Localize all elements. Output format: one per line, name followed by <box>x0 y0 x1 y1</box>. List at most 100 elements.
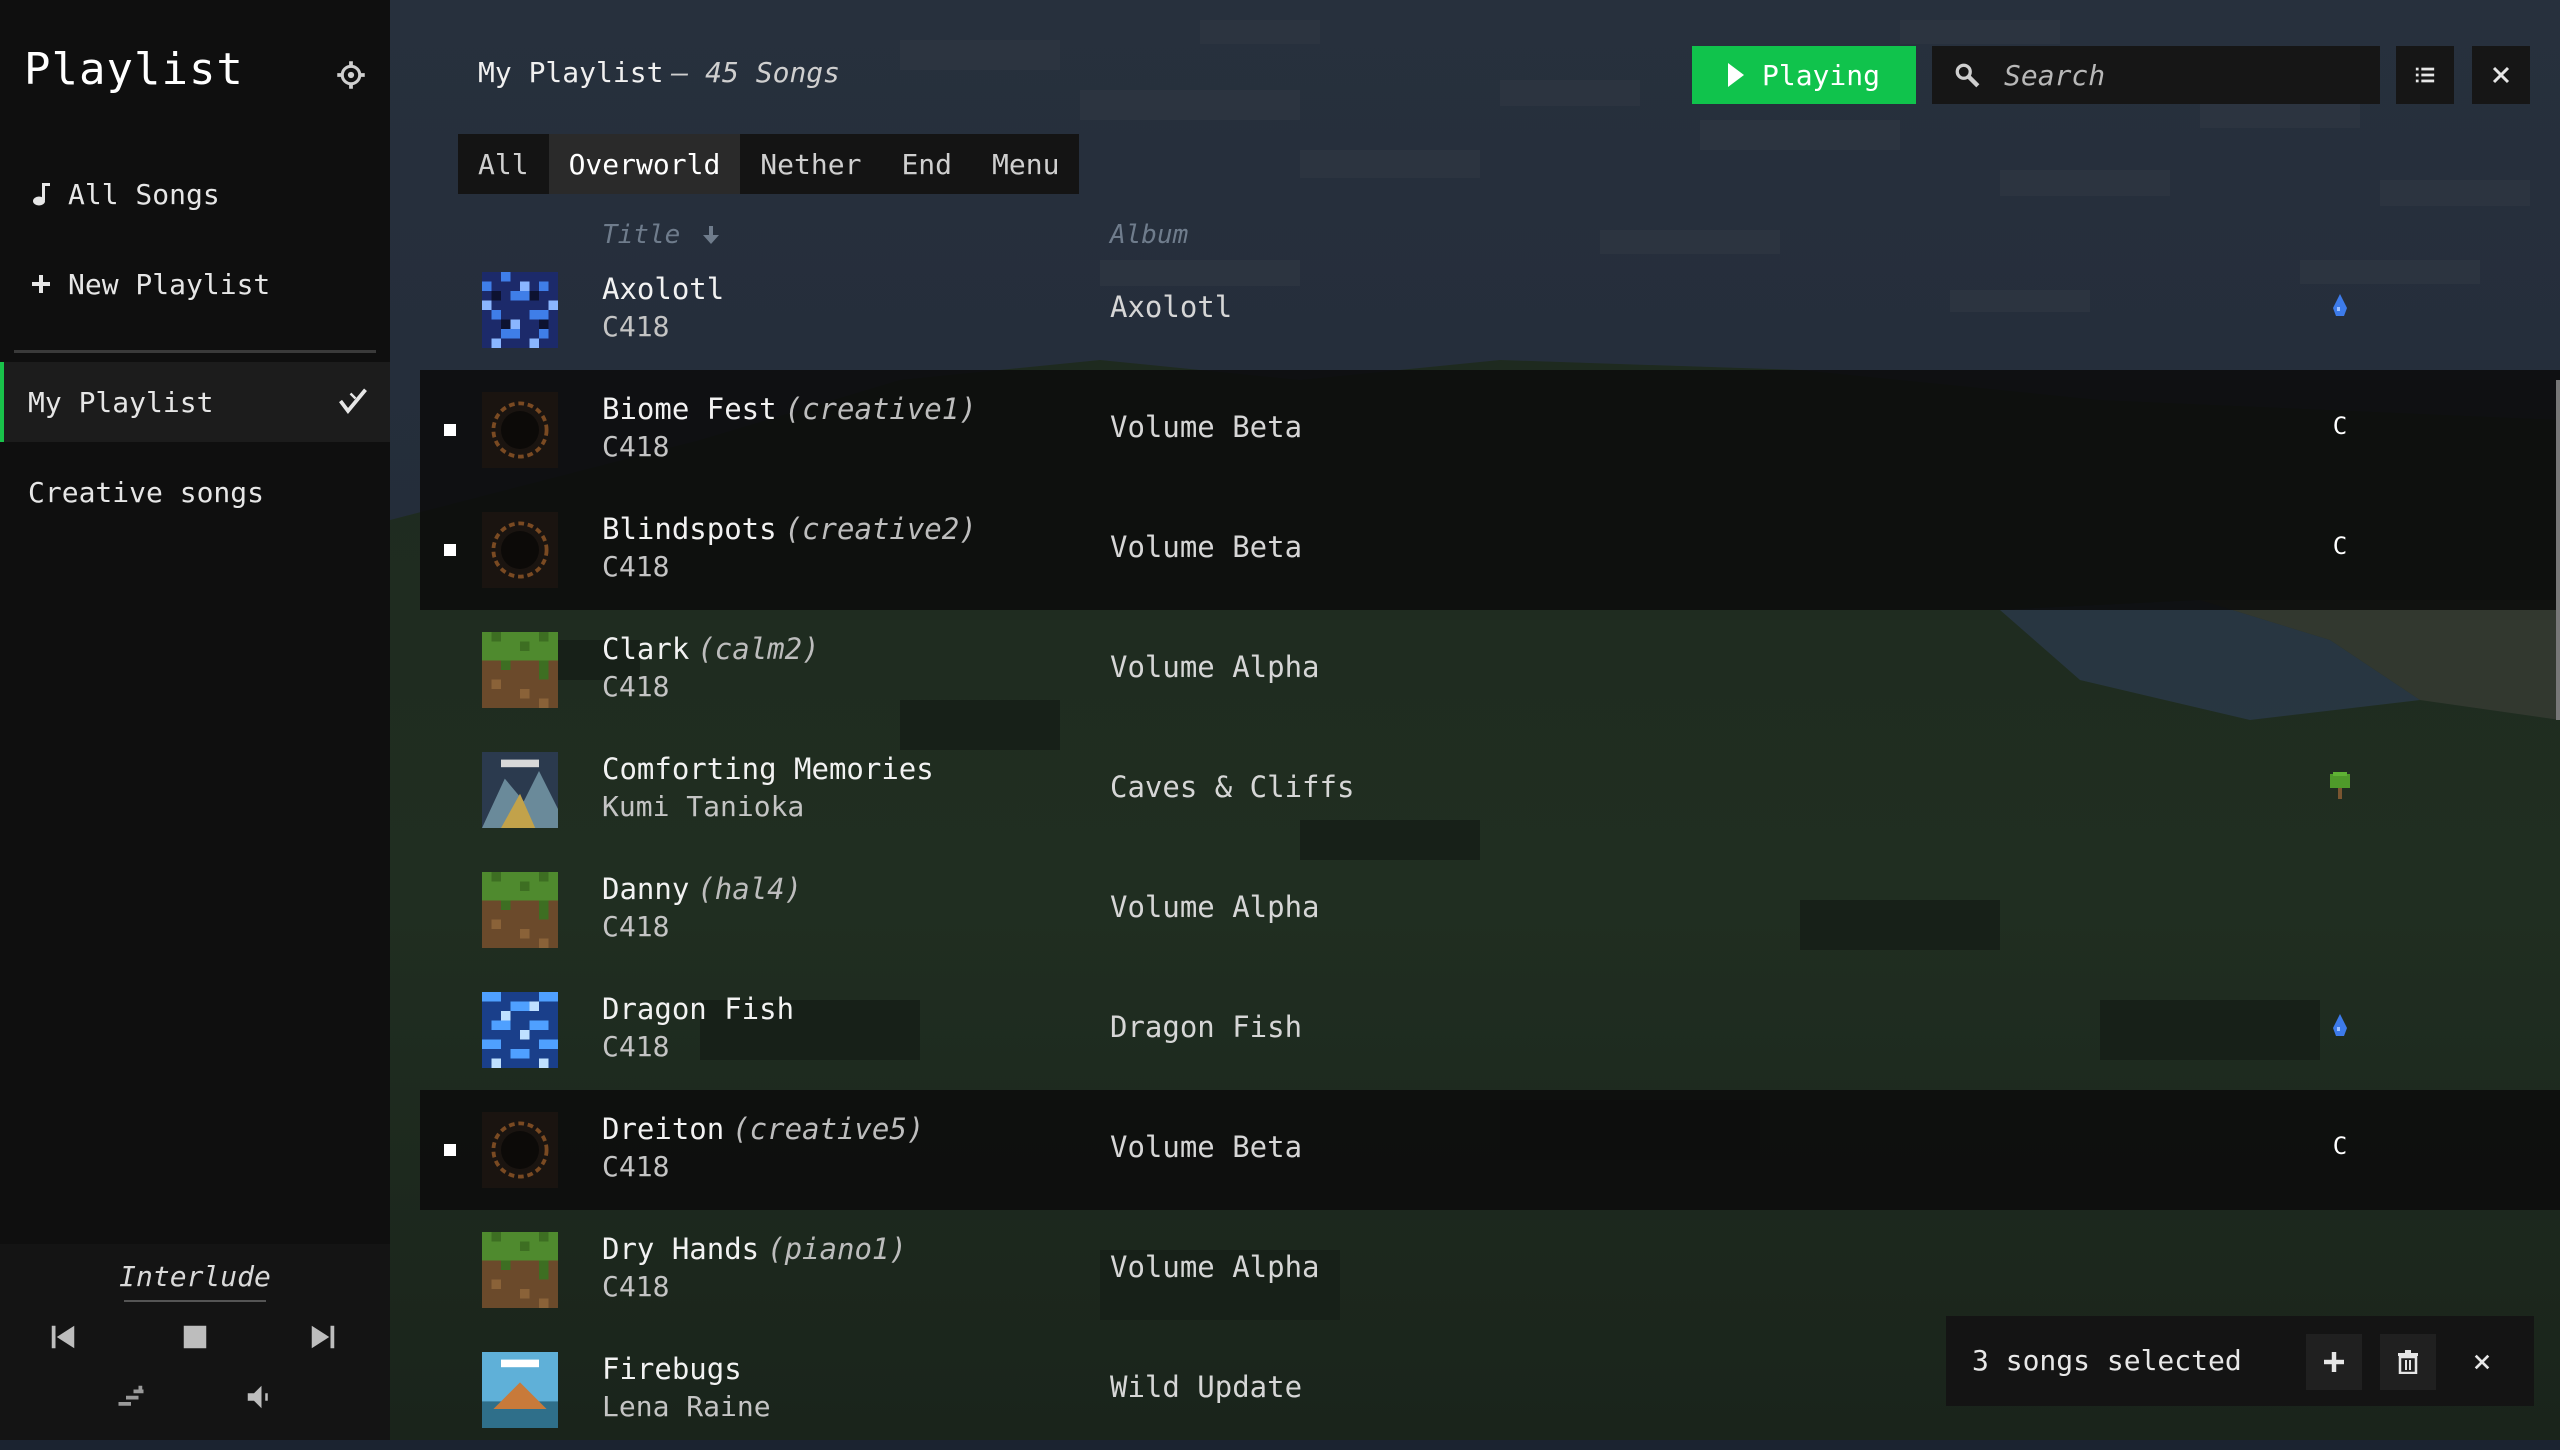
sidebar-title: Playlist <box>24 44 244 95</box>
song-row[interactable]: Dragon Fish C418 Dragon Fish <box>420 970 2560 1090</box>
plus-icon <box>30 271 52 297</box>
dark-ring-icon <box>482 1112 558 1188</box>
song-artist: C418 <box>602 550 670 583</box>
sidebar-item-my-playlist[interactable]: My Playlist <box>0 362 390 442</box>
grass-block-icon <box>482 872 558 948</box>
tab-nether[interactable]: Nether <box>740 134 881 194</box>
sidebar: Playlist All Songs New Playlist My Playl… <box>0 0 390 1440</box>
column-title-label: Title <box>602 220 681 250</box>
water-drop-icon <box>2326 1010 2354 1042</box>
tab-menu[interactable]: Menu <box>972 134 1079 194</box>
song-artist: Lena Raine <box>602 1390 771 1423</box>
sidebar-item-label: My Playlist <box>28 385 214 419</box>
page-title: My Playlist – 45 Songs <box>478 56 840 89</box>
song-row[interactable]: Comforting Memories Kumi Tanioka Caves &… <box>420 730 2560 850</box>
plus-icon <box>2324 1352 2344 1372</box>
blue-pixel-icon <box>482 992 558 1068</box>
dark-ring-icon <box>482 392 558 468</box>
edit-check-icon[interactable] <box>338 386 368 416</box>
sidebar-item-creative-songs[interactable]: Creative songs <box>0 452 390 532</box>
caves-cliffs-art <box>482 752 558 828</box>
song-row[interactable]: Clark (calm2) C418 Volume Alpha <box>420 610 2560 730</box>
column-header-title[interactable]: Title <box>602 220 720 250</box>
song-row[interactable]: Biome Fest (creative1) C418 Volume Beta C <box>420 370 2560 490</box>
trash-icon <box>2398 1350 2418 1374</box>
song-title: Danny (hal4) <box>602 872 803 906</box>
playlist-name: My Playlist <box>478 56 664 89</box>
tab-all[interactable]: All <box>458 134 549 194</box>
sidebar-item-label: All Songs <box>68 177 220 211</box>
clear-selection-button[interactable] <box>2454 1334 2510 1390</box>
previous-icon[interactable] <box>48 1322 78 1352</box>
stop-icon[interactable] <box>180 1322 210 1352</box>
search-box[interactable] <box>1932 46 2380 104</box>
close-button[interactable] <box>2472 46 2530 104</box>
selected-marker <box>444 544 456 556</box>
song-artist: C418 <box>602 670 670 703</box>
song-list: Axolotl C418 Axolotl Biome Fest (creative… <box>420 250 2560 1450</box>
sidebar-item-new-playlist[interactable]: New Playlist <box>0 244 390 324</box>
volume-icon[interactable] <box>244 1382 274 1412</box>
tab-overworld[interactable]: Overworld <box>548 134 741 194</box>
search-icon <box>1955 63 1980 88</box>
song-title: Dreiton (creative5) <box>602 1112 925 1146</box>
song-album: Wild Update <box>1110 1370 1303 1404</box>
search-input[interactable] <box>2002 57 2366 93</box>
song-title: Biome Fest (creative1) <box>602 392 977 426</box>
song-row[interactable]: Axolotl C418 Axolotl <box>420 250 2560 370</box>
song-artist: C418 <box>602 310 670 343</box>
sort-down-icon <box>702 226 719 244</box>
player-panel: Interlude <box>0 1244 390 1440</box>
creative-badge: C <box>2332 1132 2348 1160</box>
song-title: Firebugs <box>602 1352 742 1386</box>
song-row[interactable]: Dry Hands (piano1) C418 Volume Alpha <box>420 1210 2560 1330</box>
song-album: Dragon Fish <box>1110 1010 1303 1044</box>
close-icon <box>2474 1354 2490 1370</box>
list-icon <box>2415 67 2435 83</box>
song-album: Volume Alpha <box>1110 1250 1320 1284</box>
close-icon <box>2492 66 2510 84</box>
dark-ring-icon <box>482 512 558 588</box>
song-row[interactable]: Blindspots (creative2) C418 Volume Beta C <box>420 490 2560 610</box>
scrollbar[interactable] <box>2556 380 2560 720</box>
list-view-button[interactable] <box>2396 46 2454 104</box>
song-album: Caves & Cliffs <box>1110 770 1355 804</box>
song-title: Dragon Fish <box>602 992 795 1026</box>
dimension-tabs: All Overworld Nether End Menu <box>458 134 1080 194</box>
delete-button[interactable] <box>2380 1334 2436 1390</box>
column-header-album[interactable]: Album <box>1110 220 1188 250</box>
song-album: Axolotl <box>1110 290 1233 324</box>
music-note-icon <box>30 181 52 207</box>
song-artist: C418 <box>602 1270 670 1303</box>
song-row[interactable]: Dreiton (creative5) C418 Volume Beta C <box>420 1090 2560 1210</box>
song-artist: C418 <box>602 1150 670 1183</box>
song-title: Axolotl <box>602 272 725 306</box>
song-row[interactable]: Danny (hal4) C418 Volume Alpha <box>420 850 2560 970</box>
song-album: Volume Beta <box>1110 1130 1303 1164</box>
progress-line <box>124 1300 266 1302</box>
shuffle-icon[interactable] <box>116 1382 146 1412</box>
selection-count: 3 songs selected <box>1972 1344 2242 1377</box>
playing-label: Playing <box>1761 58 1880 92</box>
creative-badge: C <box>2332 412 2348 440</box>
add-to-playlist-button[interactable] <box>2306 1334 2362 1390</box>
selected-marker <box>444 424 456 436</box>
song-title: Blindspots (creative2) <box>602 512 977 546</box>
gear-icon[interactable] <box>336 60 366 90</box>
song-artist: C418 <box>602 1030 670 1063</box>
playing-button[interactable]: Playing <box>1692 46 1916 104</box>
selection-bar: 3 songs selected <box>1946 1316 2534 1406</box>
song-title: Clark (calm2) <box>602 632 820 666</box>
next-icon[interactable] <box>308 1322 338 1352</box>
sidebar-divider <box>14 350 376 353</box>
play-icon <box>1727 63 1744 87</box>
song-album: Volume Alpha <box>1110 650 1320 684</box>
grass-block-icon <box>482 1232 558 1308</box>
song-artist: C418 <box>602 430 670 463</box>
sidebar-item-all-songs[interactable]: All Songs <box>0 154 390 234</box>
tab-end[interactable]: End <box>881 134 972 194</box>
song-title: Comforting Memories <box>602 752 934 786</box>
now-playing-title: Interlude <box>119 1260 271 1293</box>
selected-marker <box>444 1144 456 1156</box>
wild-update-art <box>482 1352 558 1428</box>
